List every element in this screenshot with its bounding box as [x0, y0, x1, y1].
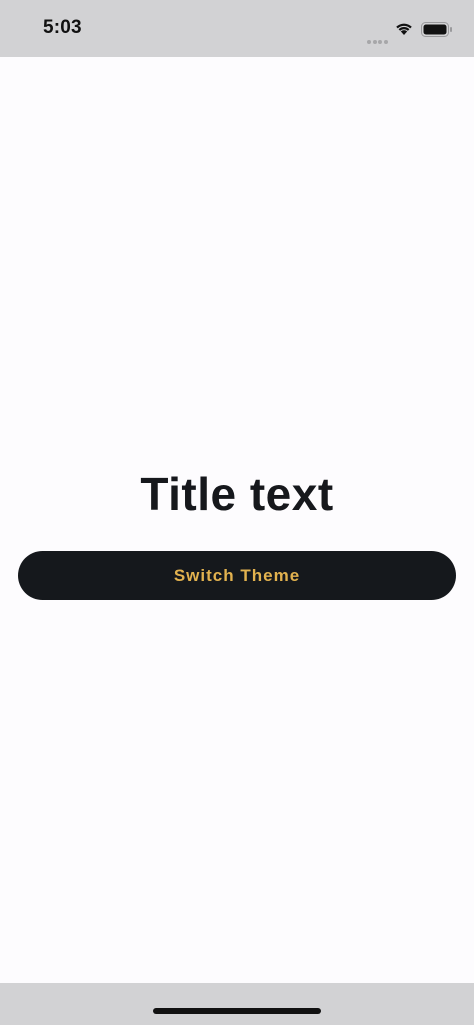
wifi-icon — [396, 23, 412, 35]
status-time: 5:03 — [43, 17, 82, 38]
signal-dots-icon — [367, 31, 389, 44]
status-bar: 5:03 — [0, 0, 474, 57]
home-indicator[interactable] — [153, 1008, 321, 1014]
bottom-bar — [0, 983, 474, 1025]
switch-theme-button[interactable]: Switch Theme — [18, 551, 456, 600]
main-content: Title text Switch Theme — [0, 57, 474, 983]
page-title: Title text — [140, 468, 334, 520]
battery-icon — [421, 22, 452, 37]
